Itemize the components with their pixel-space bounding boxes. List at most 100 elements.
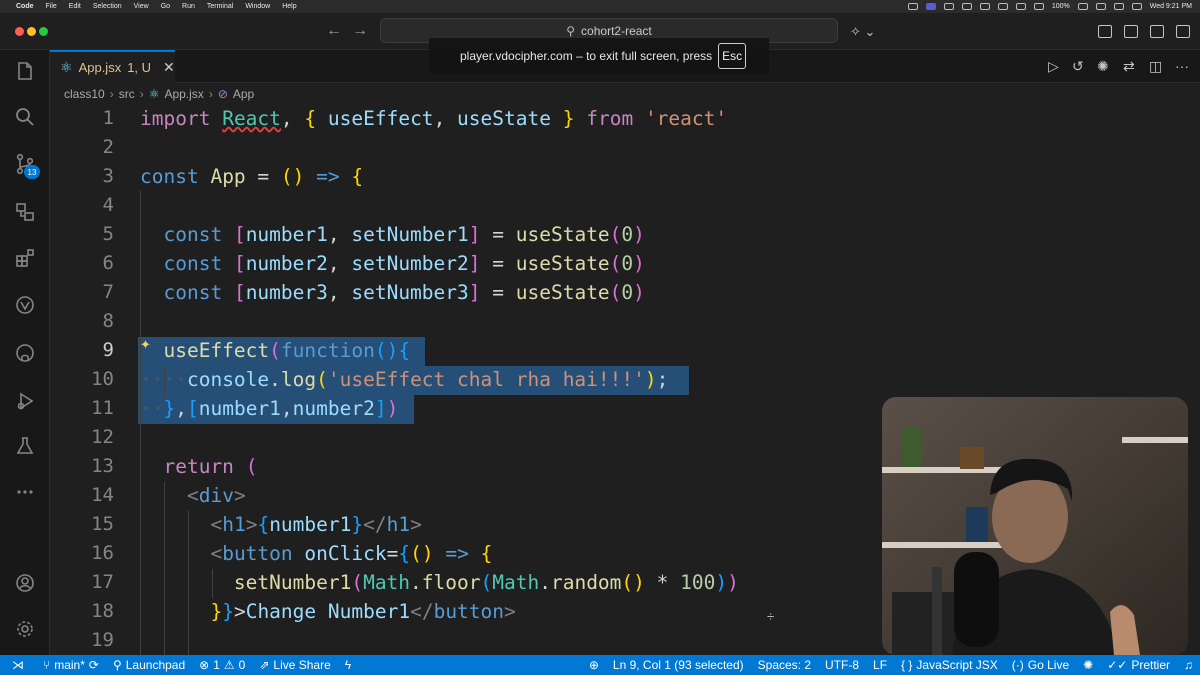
end-of-line[interactable]: LF: [866, 658, 894, 672]
status-menu-icon[interactable]: [943, 3, 954, 10]
cursor-position[interactable]: Ln 9, Col 1 (93 selected): [606, 658, 751, 672]
breadcrumb-item-symbol[interactable]: App: [233, 87, 254, 101]
file-encoding[interactable]: UTF-8: [818, 658, 866, 672]
back-arrow-icon[interactable]: ←: [326, 22, 342, 40]
code-text: const App = () => {: [140, 165, 364, 188]
breadcrumb-item-file[interactable]: App.jsx: [164, 87, 203, 101]
line-number: 15: [91, 513, 114, 535]
menu-window[interactable]: Window: [245, 3, 270, 10]
copilot-icon[interactable]: ✺: [1097, 58, 1109, 75]
prettier-label: Prettier: [1131, 658, 1170, 672]
broadcast-icon: (·): [1011, 658, 1024, 672]
toggle-primary-sidebar-icon[interactable]: [1124, 25, 1138, 38]
close-icon[interactable]: ✕: [163, 59, 175, 76]
breadcrumb-item-class10[interactable]: class10: [64, 87, 105, 101]
more-icon[interactable]: [13, 480, 37, 504]
command-center-label: cohort2-react: [581, 23, 652, 38]
line-number: 6: [102, 252, 114, 274]
layout-customize-icon[interactable]: [1098, 25, 1112, 38]
timeline-icon[interactable]: ↺: [1072, 58, 1084, 75]
window-maximize-button[interactable]: [39, 27, 48, 36]
menu-view[interactable]: View: [134, 3, 149, 10]
code-text: }}>Change Number1</button>: [210, 600, 516, 623]
bluetooth-icon[interactable]: [1015, 3, 1026, 10]
accounts-icon[interactable]: [13, 571, 37, 595]
menu-edit[interactable]: Edit: [69, 3, 81, 10]
menu-clock[interactable]: Wed 9:21 PM: [1150, 3, 1192, 10]
line-number: 10: [91, 368, 114, 390]
explorer-icon[interactable]: [13, 59, 37, 83]
code-line: 6 const [number2, setNumber2] = useState…: [50, 249, 1200, 278]
sync-icon: ⟳: [88, 658, 99, 672]
menu-file[interactable]: File: [46, 3, 57, 10]
launchpad-status[interactable]: ⚲ Launchpad: [106, 658, 192, 672]
notifications-bell-icon[interactable]: ♫: [1177, 658, 1200, 672]
manage-gear-icon[interactable]: [13, 617, 37, 641]
status-menu-icon[interactable]: [979, 3, 990, 10]
warning-count: 0: [238, 658, 246, 672]
github-icon[interactable]: [13, 341, 37, 365]
run-and-debug-icon[interactable]: [13, 389, 37, 413]
menu-go[interactable]: Go: [161, 3, 170, 10]
prettier-status[interactable]: ✓✓ Prettier: [1100, 658, 1177, 672]
extensions-icon[interactable]: [13, 246, 37, 270]
chevron-right-icon: ›: [208, 86, 213, 101]
line-number: 4: [102, 194, 114, 216]
screen-record-icon[interactable]: [925, 3, 936, 10]
line-number: 5: [102, 223, 114, 245]
split-editor-icon[interactable]: ◫: [1149, 58, 1162, 75]
remote-explorer-icon[interactable]: [13, 200, 37, 224]
more-actions-icon[interactable]: ···: [1175, 58, 1189, 74]
line-number: 3: [102, 165, 114, 187]
problems-status[interactable]: ⊗ 1 ⚠ 0: [192, 658, 252, 672]
live-share-status[interactable]: ⇗ Live Share: [252, 658, 337, 672]
menu-app-name[interactable]: Code: [16, 3, 34, 10]
macos-menu-bar: Code File Edit Selection View Go Run Ter…: [0, 0, 1200, 13]
lightning-icon[interactable]: ϟ: [338, 658, 358, 672]
control-center-icon[interactable]: [1113, 3, 1124, 10]
git-branch-icon: ⑂: [43, 658, 51, 672]
copilot-status-icon[interactable]: ✺: [1076, 658, 1100, 672]
run-file-icon[interactable]: ▷: [1048, 58, 1059, 75]
code-line: 5 const [number1, setNumber1] = useState…: [50, 220, 1200, 249]
status-menu-icon[interactable]: [1131, 3, 1142, 10]
menu-run[interactable]: Run: [182, 3, 195, 10]
code-text: useEffect(function(){: [163, 339, 411, 362]
indentation[interactable]: Spaces: 2: [751, 658, 818, 672]
testing-icon[interactable]: [13, 434, 37, 458]
tab-app-jsx[interactable]: ⚛ App.jsx 1, U ✕: [50, 50, 175, 83]
menu-terminal[interactable]: Terminal: [207, 3, 233, 10]
status-menu-icon[interactable]: [907, 3, 918, 10]
toggle-panel-icon[interactable]: [1150, 25, 1164, 38]
menu-selection[interactable]: Selection: [93, 3, 122, 10]
branch-name: main*: [54, 658, 85, 672]
branch-status[interactable]: ⑂ main* ⟳: [36, 658, 106, 672]
toggle-secondary-sidebar-icon[interactable]: [1176, 25, 1190, 38]
go-live-button[interactable]: (·) Go Live: [1005, 658, 1076, 672]
remote-indicator-icon[interactable]: ⋊: [0, 658, 36, 672]
tab-status: 1, U: [127, 60, 152, 75]
code-text: const [number3, setNumber3] = useState(0…: [163, 281, 645, 304]
symbol-icon: ⊘: [217, 86, 228, 101]
source-control-badge: 13: [24, 165, 40, 179]
window-close-button[interactable]: [15, 27, 24, 36]
battery-percent: 100%: [1051, 3, 1070, 10]
language-mode[interactable]: { } JavaScript JSX: [894, 658, 1005, 672]
copilot-chat-icon[interactable]: [13, 293, 37, 317]
menu-help[interactable]: Help: [282, 3, 296, 10]
status-menu-icon[interactable]: [1033, 3, 1044, 10]
compare-changes-icon[interactable]: ⇄: [1123, 58, 1135, 75]
forward-arrow-icon[interactable]: →: [352, 22, 368, 40]
wifi-icon[interactable]: [1095, 3, 1106, 10]
battery-icon[interactable]: [1077, 3, 1088, 10]
launchpad-icon: ⚲: [112, 658, 122, 672]
code-text: <h1>{number1}</h1>: [210, 513, 422, 536]
status-menu-icon[interactable]: [961, 3, 972, 10]
window-minimize-button[interactable]: [27, 27, 36, 36]
double-check-icon: ✓✓: [1107, 658, 1128, 672]
status-menu-icon[interactable]: [997, 3, 1008, 10]
search-icon[interactable]: [13, 105, 37, 129]
zoom-icon[interactable]: ⊕: [582, 658, 606, 672]
breadcrumb-item-src[interactable]: src: [119, 87, 135, 101]
copilot-menu-icon[interactable]: ✧ ⌄: [850, 24, 875, 40]
